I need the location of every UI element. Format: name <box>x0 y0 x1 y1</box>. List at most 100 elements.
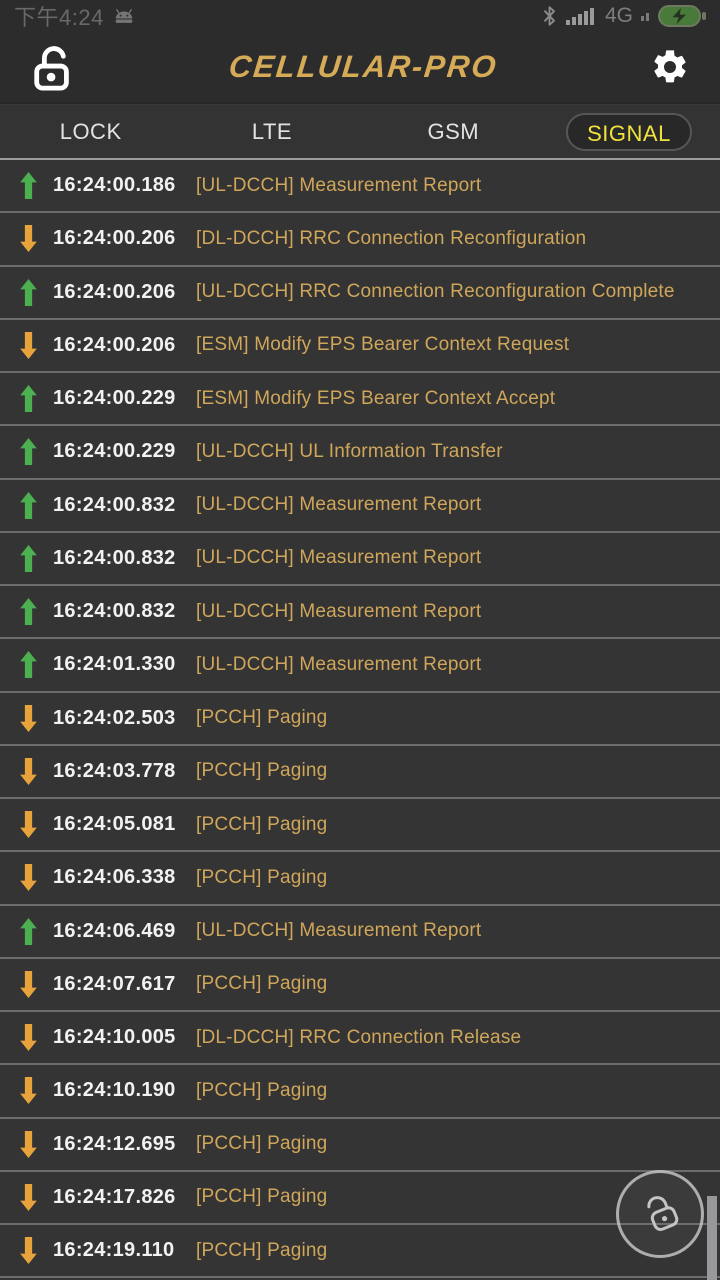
log-timestamp: 16:24:00.186 <box>53 174 181 197</box>
down-arrow-icon <box>20 864 37 891</box>
down-arrow-icon <box>20 1237 37 1264</box>
log-timestamp: 16:24:05.081 <box>53 813 181 836</box>
log-row[interactable]: 16:24:05.081 [PCCH] Paging <box>0 799 720 852</box>
unlock-icon <box>634 1188 686 1240</box>
log-timestamp: 16:24:00.832 <box>53 494 181 517</box>
log-message: [DL-DCCH] RRC Connection Release <box>196 1027 521 1049</box>
log-timestamp: 16:24:19.110 <box>53 1239 181 1262</box>
down-arrow-icon <box>20 1131 37 1158</box>
tab-gsm[interactable]: GSM <box>363 119 544 145</box>
unlock-fab-button[interactable] <box>616 1170 704 1258</box>
log-timestamp: 16:24:00.206 <box>53 227 181 250</box>
log-row[interactable]: 16:24:10.005 [DL-DCCH] RRC Connection Re… <box>0 1012 720 1065</box>
down-arrow-icon <box>20 758 37 785</box>
log-timestamp: 16:24:02.503 <box>53 707 181 730</box>
down-arrow-icon <box>20 811 37 838</box>
log-message: [PCCH] Paging <box>196 867 327 889</box>
log-message: [UL-DCCH] Measurement Report <box>196 547 481 569</box>
tab-lte[interactable]: LTE <box>181 119 362 145</box>
log-timestamp: 16:24:00.832 <box>53 600 181 623</box>
log-row[interactable]: 16:24:00.229 [ESM] Modify EPS Bearer Con… <box>0 373 720 426</box>
app-title: CELLULAR-PRO <box>227 49 499 85</box>
log-row[interactable]: 16:24:00.832 [UL-DCCH] Measurement Repor… <box>0 533 720 586</box>
log-message: [PCCH] Paging <box>196 1186 327 1208</box>
log-row[interactable]: 16:24:17.826 [PCCH] Paging <box>0 1172 720 1225</box>
log-row[interactable]: 16:24:06.469 [UL-DCCH] Measurement Repor… <box>0 906 720 959</box>
log-row[interactable]: 16:24:02.503 [PCCH] Paging <box>0 693 720 746</box>
down-arrow-icon <box>20 1077 37 1104</box>
log-row[interactable]: 16:24:00.206 [DL-DCCH] RRC Connection Re… <box>0 213 720 266</box>
log-row[interactable]: 16:24:00.206 [UL-DCCH] RRC Connection Re… <box>0 267 720 320</box>
log-message: [PCCH] Paging <box>196 707 327 729</box>
log-row[interactable]: 16:24:12.695 [PCCH] Paging <box>0 1119 720 1172</box>
log-message: [ESM] Modify EPS Bearer Context Request <box>196 334 569 356</box>
up-arrow-icon <box>20 172 37 199</box>
battery-charging-icon <box>658 5 706 27</box>
log-row[interactable]: 16:24:19.110 [PCCH] Paging <box>0 1225 720 1278</box>
up-arrow-icon <box>20 438 37 465</box>
cellular-pro-app: 下午4:24 <box>0 0 720 1280</box>
log-message: [PCCH] Paging <box>196 1133 327 1155</box>
log-message: [UL-DCCH] Measurement Report <box>196 654 481 676</box>
log-timestamp: 16:24:00.206 <box>53 281 181 304</box>
log-timestamp: 16:24:06.338 <box>53 866 181 889</box>
down-arrow-icon <box>20 332 37 359</box>
log-message: [PCCH] Paging <box>196 1240 327 1262</box>
tab-lock[interactable]: LOCK <box>0 119 181 145</box>
log-timestamp: 16:24:17.826 <box>53 1186 181 1209</box>
log-timestamp: 16:24:00.832 <box>53 547 181 570</box>
log-row[interactable]: 16:24:00.832 [UL-DCCH] Measurement Repor… <box>0 480 720 533</box>
log-timestamp: 16:24:00.229 <box>53 387 181 410</box>
tab-signal[interactable]: SIGNAL <box>566 113 692 151</box>
log-row[interactable]: 16:24:00.229 [UL-DCCH] UL Information Tr… <box>0 426 720 479</box>
log-timestamp: 16:24:07.617 <box>53 973 181 996</box>
up-arrow-icon <box>20 279 37 306</box>
up-arrow-icon <box>20 598 37 625</box>
log-message: [UL-DCCH] UL Information Transfer <box>196 441 503 463</box>
log-timestamp: 16:24:01.330 <box>53 653 181 676</box>
log-row[interactable]: 16:24:00.206 [ESM] Modify EPS Bearer Con… <box>0 320 720 373</box>
up-arrow-icon <box>20 918 37 945</box>
log-timestamp: 16:24:06.469 <box>53 920 181 943</box>
log-timestamp: 16:24:03.778 <box>53 760 181 783</box>
log-message: [DL-DCCH] RRC Connection Reconfiguration <box>196 228 586 250</box>
down-arrow-icon <box>20 1184 37 1211</box>
log-row[interactable]: 16:24:00.832 [UL-DCCH] Measurement Repor… <box>0 586 720 639</box>
log-row[interactable]: 16:24:03.778 [PCCH] Paging <box>0 746 720 799</box>
lock-open-icon[interactable] <box>30 41 76 93</box>
status-time: 下午4:24 <box>14 0 104 32</box>
down-arrow-icon <box>20 1024 37 1051</box>
log-message: [PCCH] Paging <box>196 814 327 836</box>
log-row[interactable]: 16:24:06.338 [PCCH] Paging <box>0 852 720 905</box>
log-timestamp: 16:24:10.190 <box>53 1079 181 1102</box>
log-message: [ESM] Modify EPS Bearer Context Accept <box>196 388 555 410</box>
log-row[interactable]: 16:24:01.330 [UL-DCCH] Measurement Repor… <box>0 639 720 692</box>
log-message: [PCCH] Paging <box>196 760 327 782</box>
app-bar: CELLULAR-PRO <box>0 32 720 102</box>
down-arrow-icon <box>20 225 37 252</box>
up-arrow-icon <box>20 651 37 678</box>
log-message: [UL-DCCH] RRC Connection Reconfiguration… <box>196 281 675 303</box>
scrollbar-thumb[interactable] <box>707 1196 717 1280</box>
android-icon <box>112 8 136 25</box>
log-row[interactable]: 16:24:07.617 [PCCH] Paging <box>0 959 720 1012</box>
log-message: [UL-DCCH] Measurement Report <box>196 175 481 197</box>
network-type-label: 4G <box>605 4 633 28</box>
log-timestamp: 16:24:00.206 <box>53 334 181 357</box>
log-message: [PCCH] Paging <box>196 973 327 995</box>
log-message: [UL-DCCH] Measurement Report <box>196 920 481 942</box>
down-arrow-icon <box>20 971 37 998</box>
gear-icon[interactable] <box>650 47 690 87</box>
bluetooth-icon <box>542 5 557 27</box>
log-row[interactable]: 16:24:10.190 [PCCH] Paging <box>0 1065 720 1118</box>
log-timestamp: 16:24:12.695 <box>53 1133 181 1156</box>
tab-bar: LOCK LTE GSM SIGNAL <box>0 105 720 160</box>
log-message: [UL-DCCH] Measurement Report <box>196 494 481 516</box>
up-arrow-icon <box>20 492 37 519</box>
up-arrow-icon <box>20 385 37 412</box>
log-timestamp: 16:24:00.229 <box>53 440 181 463</box>
volte-icon <box>641 10 650 22</box>
signal-strength-icon <box>565 6 597 26</box>
log-row[interactable]: 16:24:00.186 [UL-DCCH] Measurement Repor… <box>0 160 720 213</box>
log-timestamp: 16:24:10.005 <box>53 1026 181 1049</box>
